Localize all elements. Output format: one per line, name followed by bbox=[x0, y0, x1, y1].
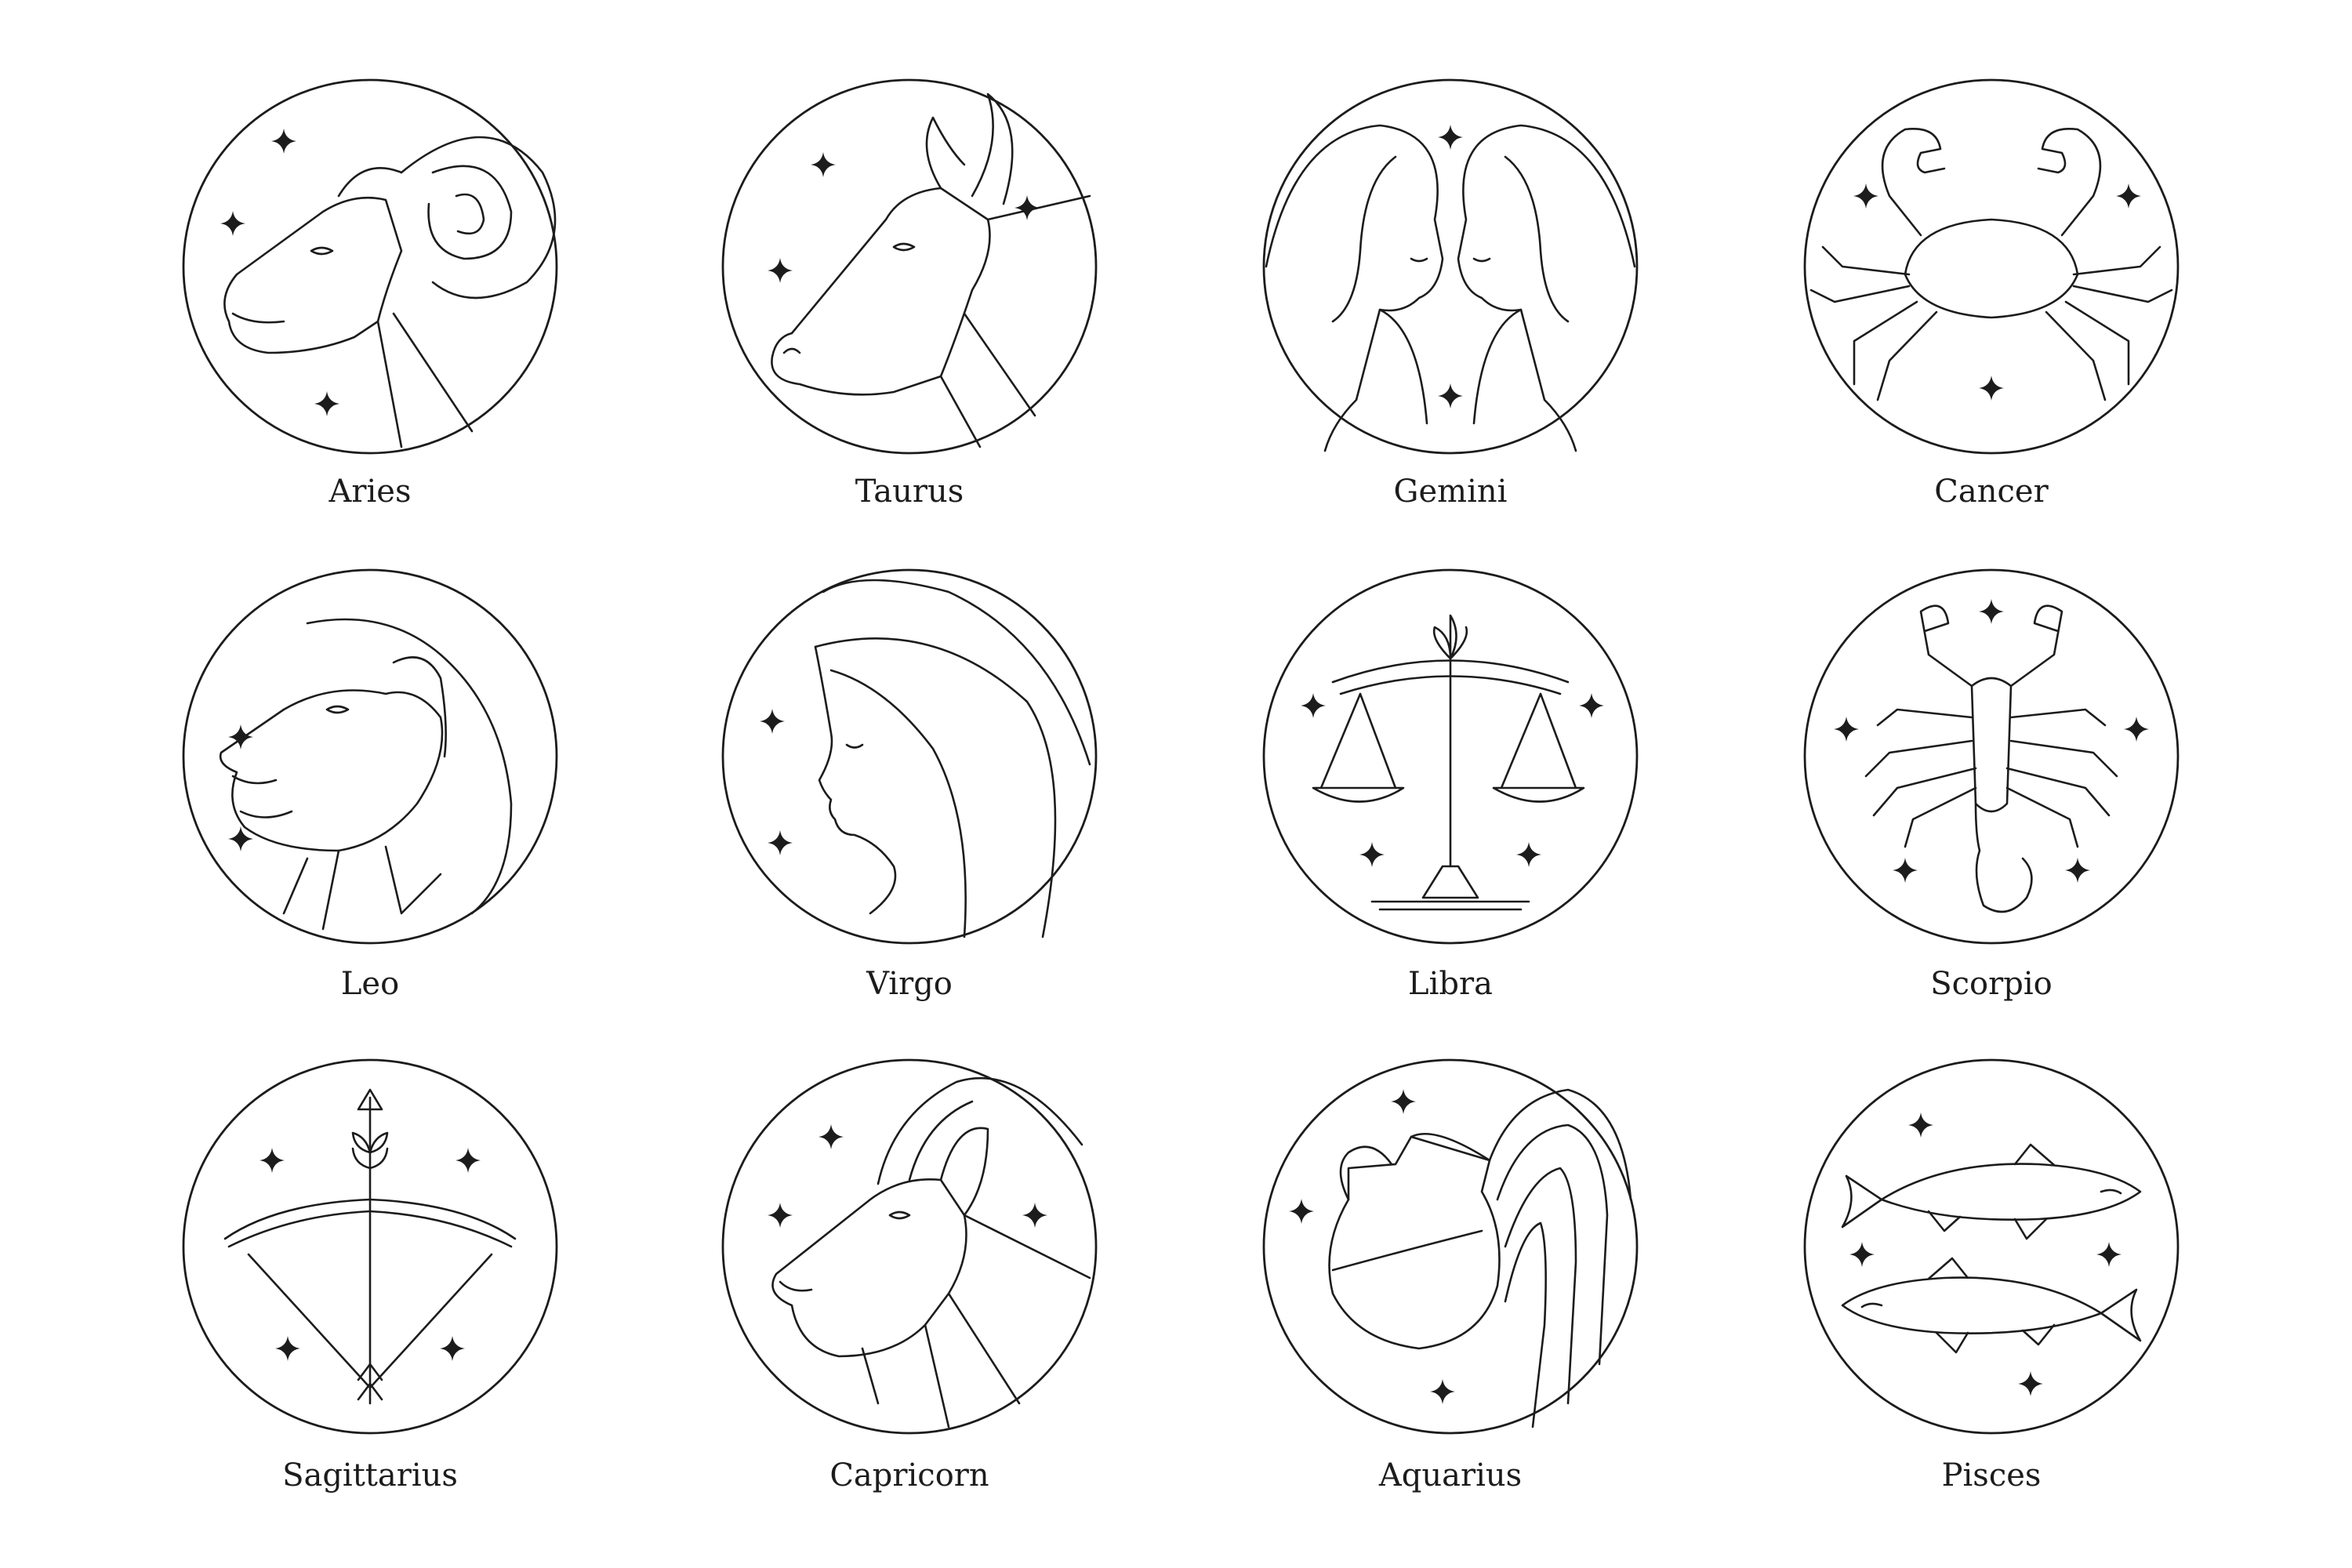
sagittarius-emblem bbox=[182, 1058, 558, 1435]
bow-and-arrow-icon bbox=[223, 1088, 517, 1405]
scorpio-emblem bbox=[1803, 568, 2180, 945]
aries-emblem bbox=[182, 78, 558, 455]
bull-icon bbox=[771, 93, 1091, 448]
sparkle-icon bbox=[1849, 1242, 1875, 1267]
sparkle-icon bbox=[2065, 858, 2090, 883]
sparkle-icon bbox=[271, 129, 296, 154]
sparkle-icon bbox=[314, 391, 339, 416]
virgo-emblem bbox=[721, 568, 1098, 945]
sparkle-icon bbox=[1579, 693, 1604, 718]
sparkle-icon bbox=[1893, 858, 1918, 883]
gemini-emblem bbox=[1262, 78, 1639, 455]
libra-emblem bbox=[1262, 568, 1639, 945]
sparkle-icon bbox=[456, 1148, 481, 1173]
taurus-emblem bbox=[721, 78, 1098, 455]
sign-label: Cancer bbox=[1934, 474, 2049, 510]
emblem-ring bbox=[1803, 568, 2180, 945]
sparkle-icon bbox=[1359, 842, 1385, 867]
cancer-emblem bbox=[1803, 78, 2180, 455]
sparkle-icon bbox=[2116, 183, 2141, 209]
goat-icon bbox=[771, 1076, 1091, 1428]
sparkle-icon bbox=[1979, 599, 2004, 624]
sparkle-icon bbox=[1853, 183, 1878, 209]
fish-icon bbox=[1841, 1143, 2142, 1354]
sign-label: Libra bbox=[1408, 966, 1493, 1002]
sparkle-icon bbox=[1022, 1203, 1047, 1228]
sparkle-icon bbox=[1430, 1379, 1455, 1404]
sparkle-icon bbox=[1289, 1199, 1314, 1224]
sparkle-icon bbox=[1834, 717, 1859, 742]
sign-label: Pisces bbox=[1942, 1457, 2042, 1494]
sign-label: Capricorn bbox=[829, 1457, 989, 1494]
sparkle-icon bbox=[768, 1203, 793, 1228]
sign-label: Sagittarius bbox=[282, 1457, 458, 1494]
sign-label: Aries bbox=[328, 474, 412, 510]
emblem-ring bbox=[182, 78, 558, 455]
sparkle-icon bbox=[1391, 1089, 1416, 1114]
leo-emblem bbox=[182, 568, 558, 945]
emblem-ring bbox=[182, 568, 558, 945]
sparkle-icon bbox=[220, 211, 245, 236]
scales-icon bbox=[1312, 614, 1585, 911]
capricorn-emblem bbox=[721, 1058, 1098, 1435]
sparkle-icon bbox=[440, 1336, 465, 1361]
sparkle-icon bbox=[1014, 195, 1040, 220]
emblem-ring bbox=[721, 1058, 1098, 1435]
pisces-emblem bbox=[1803, 1058, 2180, 1435]
aquarius-emblem bbox=[1262, 1058, 1639, 1435]
emblem-ring bbox=[721, 568, 1098, 945]
sparkle-icon bbox=[768, 830, 793, 855]
sign-label: Scorpio bbox=[1930, 966, 2053, 1002]
sign-label: Aquarius bbox=[1378, 1457, 1522, 1494]
ram-icon bbox=[223, 136, 557, 448]
sparkle-icon bbox=[818, 1124, 844, 1149]
sparkle-icon bbox=[1908, 1112, 1933, 1138]
sparkle-icon bbox=[811, 152, 836, 177]
sparkle-icon bbox=[2124, 717, 2149, 742]
sign-label: Leo bbox=[341, 966, 399, 1002]
sparkle-icon bbox=[2096, 1242, 2122, 1267]
sparkle-icon bbox=[1979, 376, 2004, 401]
sign-label: Taurus bbox=[855, 474, 964, 510]
sparkle-icon bbox=[275, 1336, 300, 1361]
crab-icon bbox=[1809, 128, 2173, 401]
sparkle-icon bbox=[1516, 842, 1541, 867]
sign-label: Gemini bbox=[1394, 474, 1508, 510]
sign-label: Virgo bbox=[866, 966, 953, 1002]
sparkle-icon bbox=[1301, 693, 1326, 718]
sparkle-icon bbox=[260, 1148, 285, 1173]
sparkle-icon bbox=[768, 258, 793, 283]
emblem-ring bbox=[1262, 1058, 1639, 1435]
sparkle-icon bbox=[760, 709, 785, 734]
zodiac-sheet: Aries Taurus Gemini Cancer Leo Virgo Lib… bbox=[182, 78, 2180, 1494]
sparkle-icon bbox=[1438, 383, 1463, 408]
sparkle-icon bbox=[1438, 125, 1463, 150]
lion-icon bbox=[219, 618, 513, 931]
sparkle-icon bbox=[2018, 1371, 2043, 1396]
